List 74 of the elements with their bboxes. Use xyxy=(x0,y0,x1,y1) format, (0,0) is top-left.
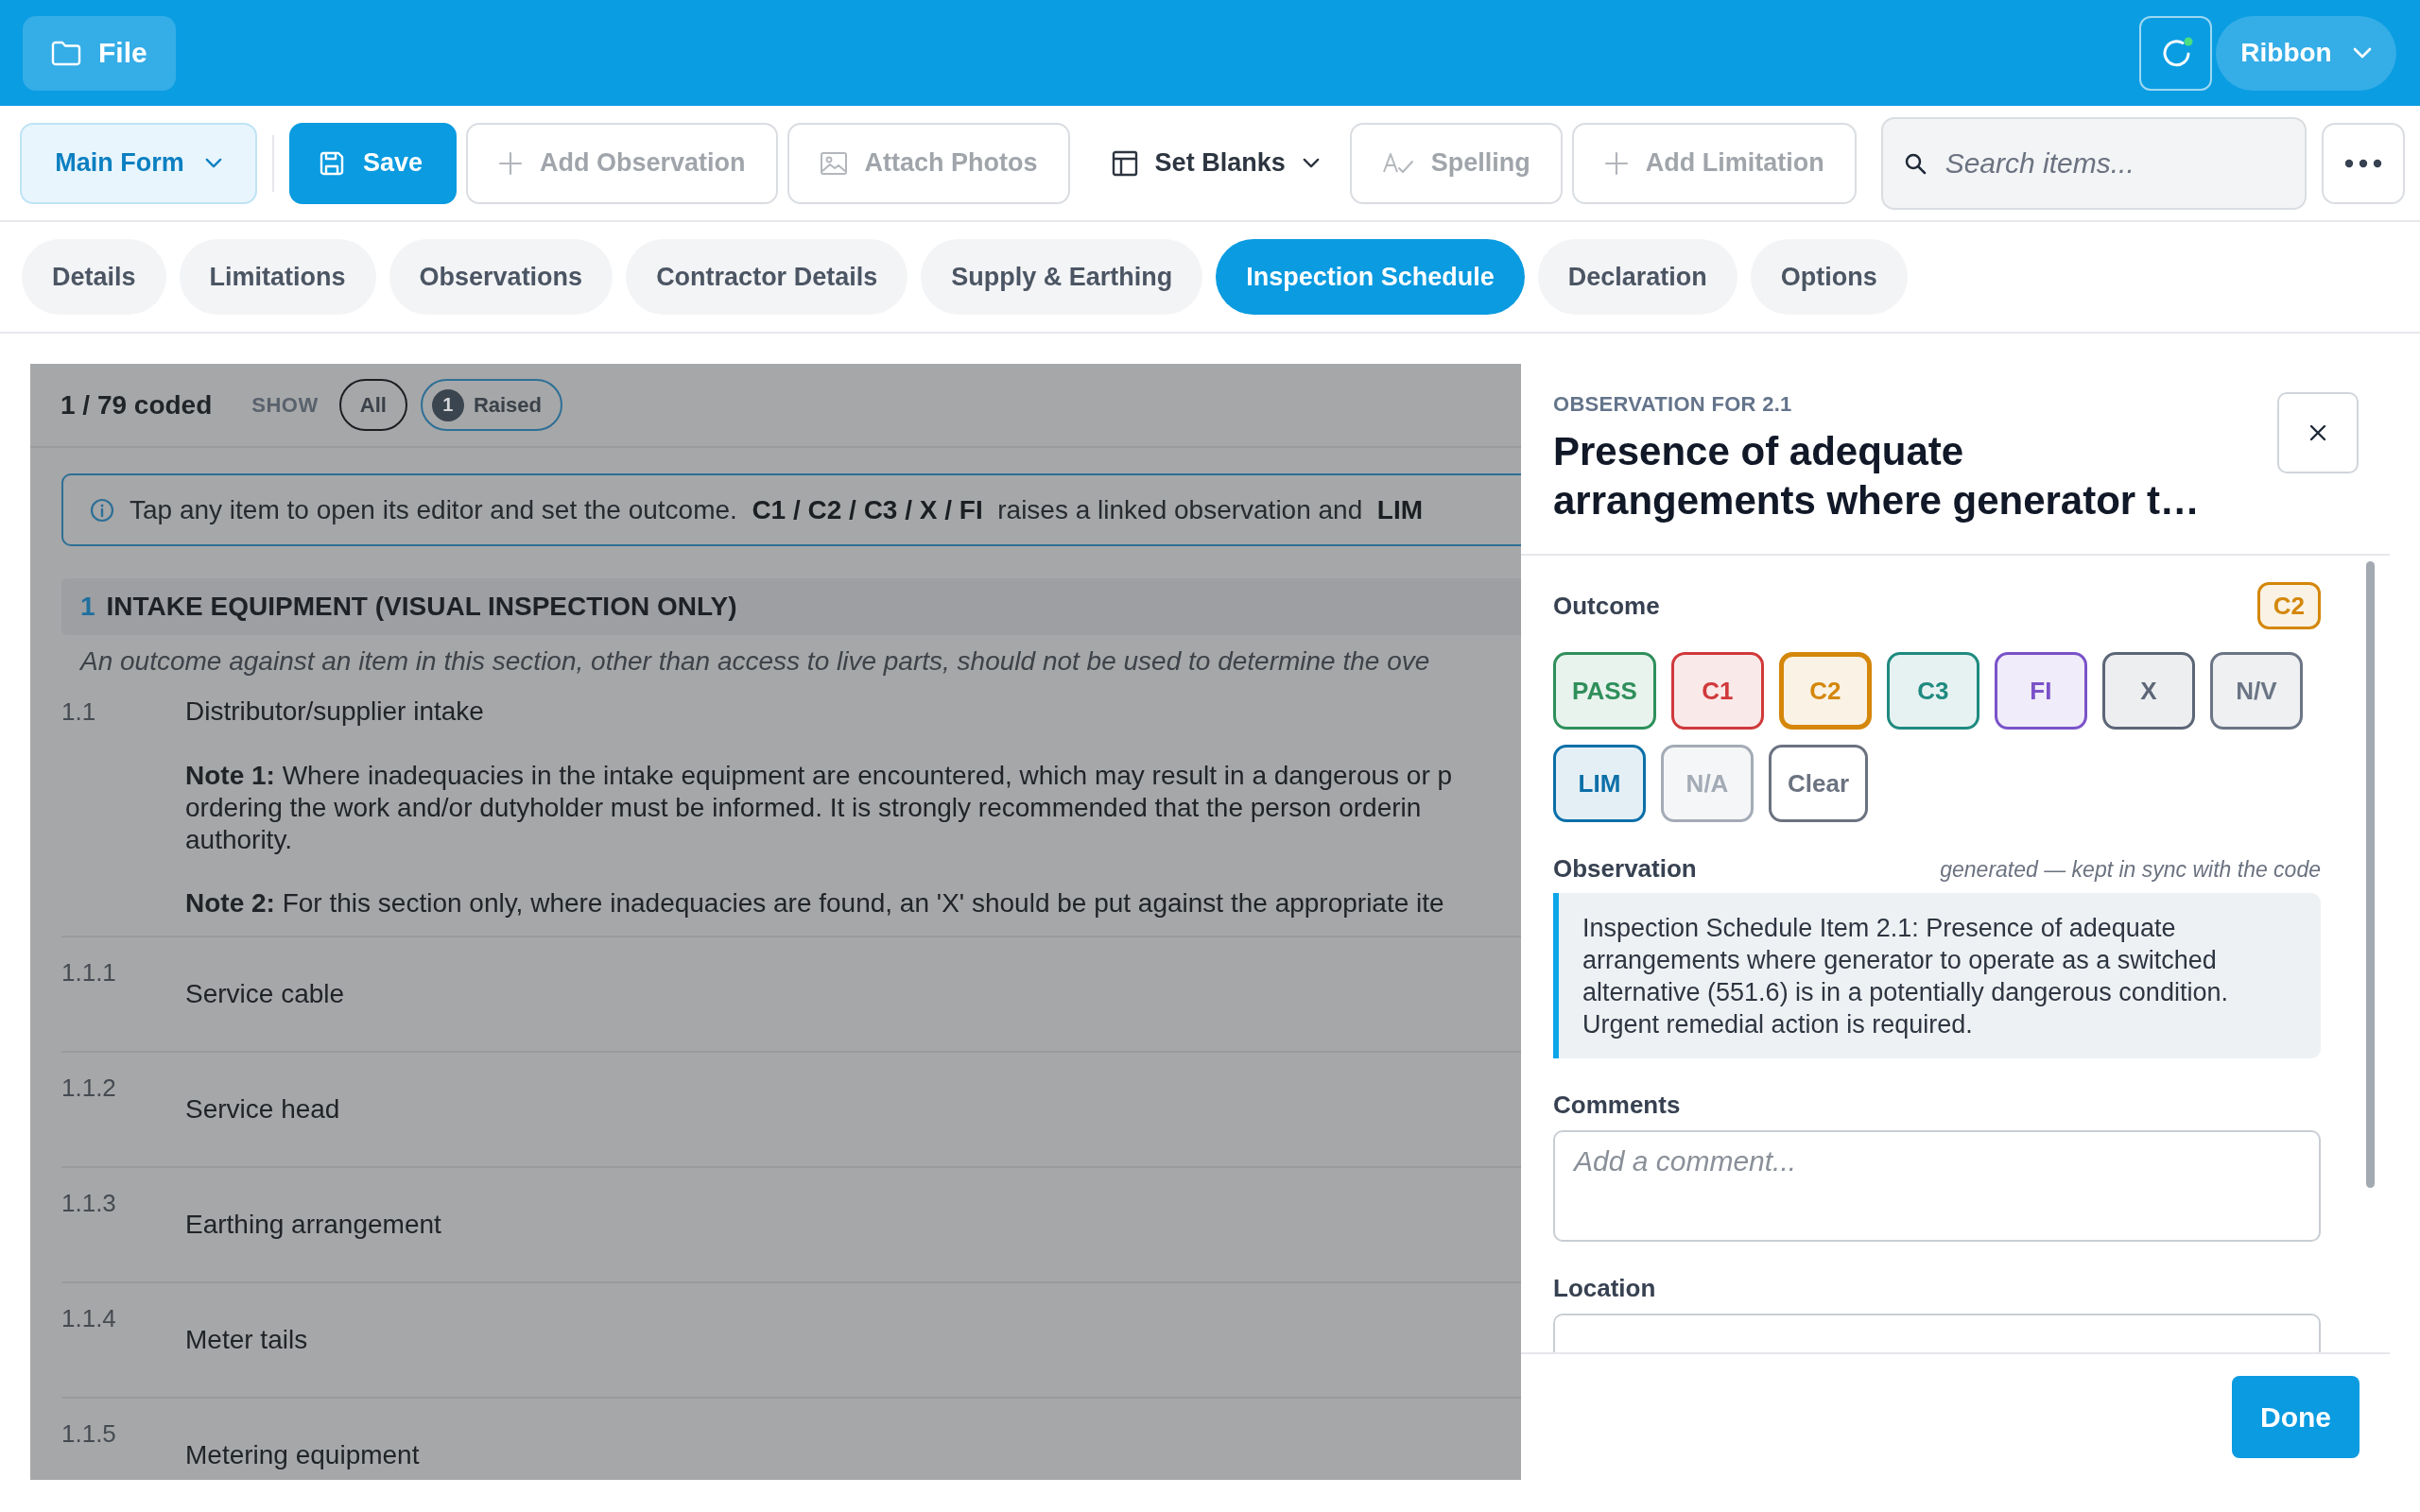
outcome-button[interactable]: FI xyxy=(1994,652,2087,730)
item-number: 1.1.4 xyxy=(61,1303,117,1334)
close-button[interactable] xyxy=(2277,392,2359,473)
location-label: Location xyxy=(1553,1274,1657,1302)
outcome-button[interactable]: Clear xyxy=(1769,745,1869,822)
info-text: Tap any item to open its editor and set the outcome. C1 / C2 / C3 / X / FI raises a linked observation and LIM xyxy=(130,494,1424,525)
outcome-button[interactable]: C2 xyxy=(1778,652,1872,730)
outcome-label: Outcome xyxy=(1553,592,1660,620)
comments-label: Comments xyxy=(1553,1091,1682,1119)
observation-text: Inspection Schedule Item 2.1: Presence of adequate arrangements where generator to operate as a switched alternative (551.6) is in a potentially dangerous condition. Urgent remedial action is required. xyxy=(1553,893,2321,1058)
done-button[interactable]: Done xyxy=(2232,1376,2360,1458)
tab[interactable]: Details xyxy=(22,239,166,315)
search-icon xyxy=(1903,151,1927,175)
outcome-button[interactable]: LIM xyxy=(1553,745,1646,822)
item-number: 1.1.2 xyxy=(61,1073,117,1104)
item-note: Note 1: Where inadequacies in the intake equipment are encountered, which may result in a dangerous or p ordering the work and/or dutyholder must be informed. It is strongly recommended that the person orderin authority. xyxy=(185,760,1453,856)
plus-icon xyxy=(498,150,524,176)
tab[interactable]: Supply & Earthing xyxy=(921,239,1203,315)
outcome-button[interactable]: N/V xyxy=(2209,652,2303,730)
chevron-down-icon xyxy=(204,158,222,168)
scrollbar[interactable] xyxy=(2366,561,2375,1188)
chevron-down-icon xyxy=(2352,47,2372,59)
coded-count: 1 / 79 coded xyxy=(60,389,213,421)
item-number: 1.1.3 xyxy=(61,1188,117,1219)
outcome-button[interactable]: C1 xyxy=(1670,652,1764,730)
folder-icon xyxy=(51,40,81,66)
item-label[interactable]: Metering equipment xyxy=(185,1439,420,1471)
ribbon-dropdown[interactable]: Ribbon xyxy=(2216,15,2396,91)
item-label[interactable]: Distributor/supplier intake xyxy=(185,696,484,728)
tab[interactable]: Limitations xyxy=(179,239,376,315)
drawer-subtitle: OBSERVATION FOR 2.1 xyxy=(1553,391,1793,418)
tab[interactable]: Declaration xyxy=(1537,239,1737,315)
section-title: INTAKE EQUIPMENT (VISUAL INSPECTION ONLY) xyxy=(106,592,737,622)
section-note: An outcome against an item in this section, other than access to live parts, should not be used to determine the ove xyxy=(78,645,1431,678)
filter-chip[interactable]: All xyxy=(338,379,407,431)
outcome-button[interactable]: C3 xyxy=(1886,652,1979,730)
tab[interactable]: Contractor Details xyxy=(626,239,908,315)
item-label[interactable]: Meter tails xyxy=(185,1324,308,1356)
section-number: 1 xyxy=(80,592,95,622)
save-button[interactable]: Save xyxy=(289,122,458,204)
item-label[interactable]: Earthing arrangement xyxy=(185,1209,441,1241)
form-dropdown[interactable]: Main Form xyxy=(20,122,257,204)
table-icon xyxy=(1111,149,1138,177)
plus-icon xyxy=(1603,150,1629,176)
outcome-badge: C2 xyxy=(2256,582,2321,629)
filter-chip[interactable]: 1 Raised xyxy=(420,379,563,431)
tab[interactable]: Options xyxy=(1750,239,1908,315)
item-number: 1.1 xyxy=(61,696,97,728)
outcome-button[interactable]: X xyxy=(2101,652,2195,730)
show-label: SHOW xyxy=(251,392,319,418)
comment-field[interactable]: Add a comment... xyxy=(1553,1130,2321,1242)
tab[interactable]: Inspection Schedule xyxy=(1216,239,1525,315)
close-icon xyxy=(2308,423,2327,442)
more-button[interactable] xyxy=(2322,122,2405,204)
item-label[interactable]: Service cable xyxy=(185,978,345,1010)
info-icon xyxy=(90,497,114,523)
observation-hint: generated — kept in sync with the code xyxy=(1940,857,2321,883)
item-number: 1.1.1 xyxy=(61,957,117,988)
item-label[interactable]: Service head xyxy=(185,1093,340,1125)
drawer-title: Presence of adequate arrangements where generator t… xyxy=(1553,428,2201,524)
item-number: 1.1.5 xyxy=(61,1418,117,1450)
spellcheck-icon xyxy=(1381,150,1414,176)
count-badge: 1 xyxy=(431,388,464,421)
ellipsis-icon xyxy=(2344,158,2382,168)
location-field[interactable] xyxy=(1553,1314,2321,1352)
search-field[interactable]: Search items... xyxy=(1880,116,2307,210)
outcome-button[interactable]: PASS xyxy=(1553,652,1656,730)
item-note: Note 2: For this section only, where inadequacies are found, an 'X' should be put against the appropriate ite xyxy=(185,887,1444,919)
sync-button[interactable] xyxy=(2139,15,2212,91)
tab[interactable]: Observations xyxy=(389,239,614,315)
image-icon xyxy=(819,150,848,176)
observation-label: Observation xyxy=(1553,854,1697,883)
file-button[interactable]: File xyxy=(23,15,176,91)
chevron-down-icon xyxy=(1302,158,1320,168)
